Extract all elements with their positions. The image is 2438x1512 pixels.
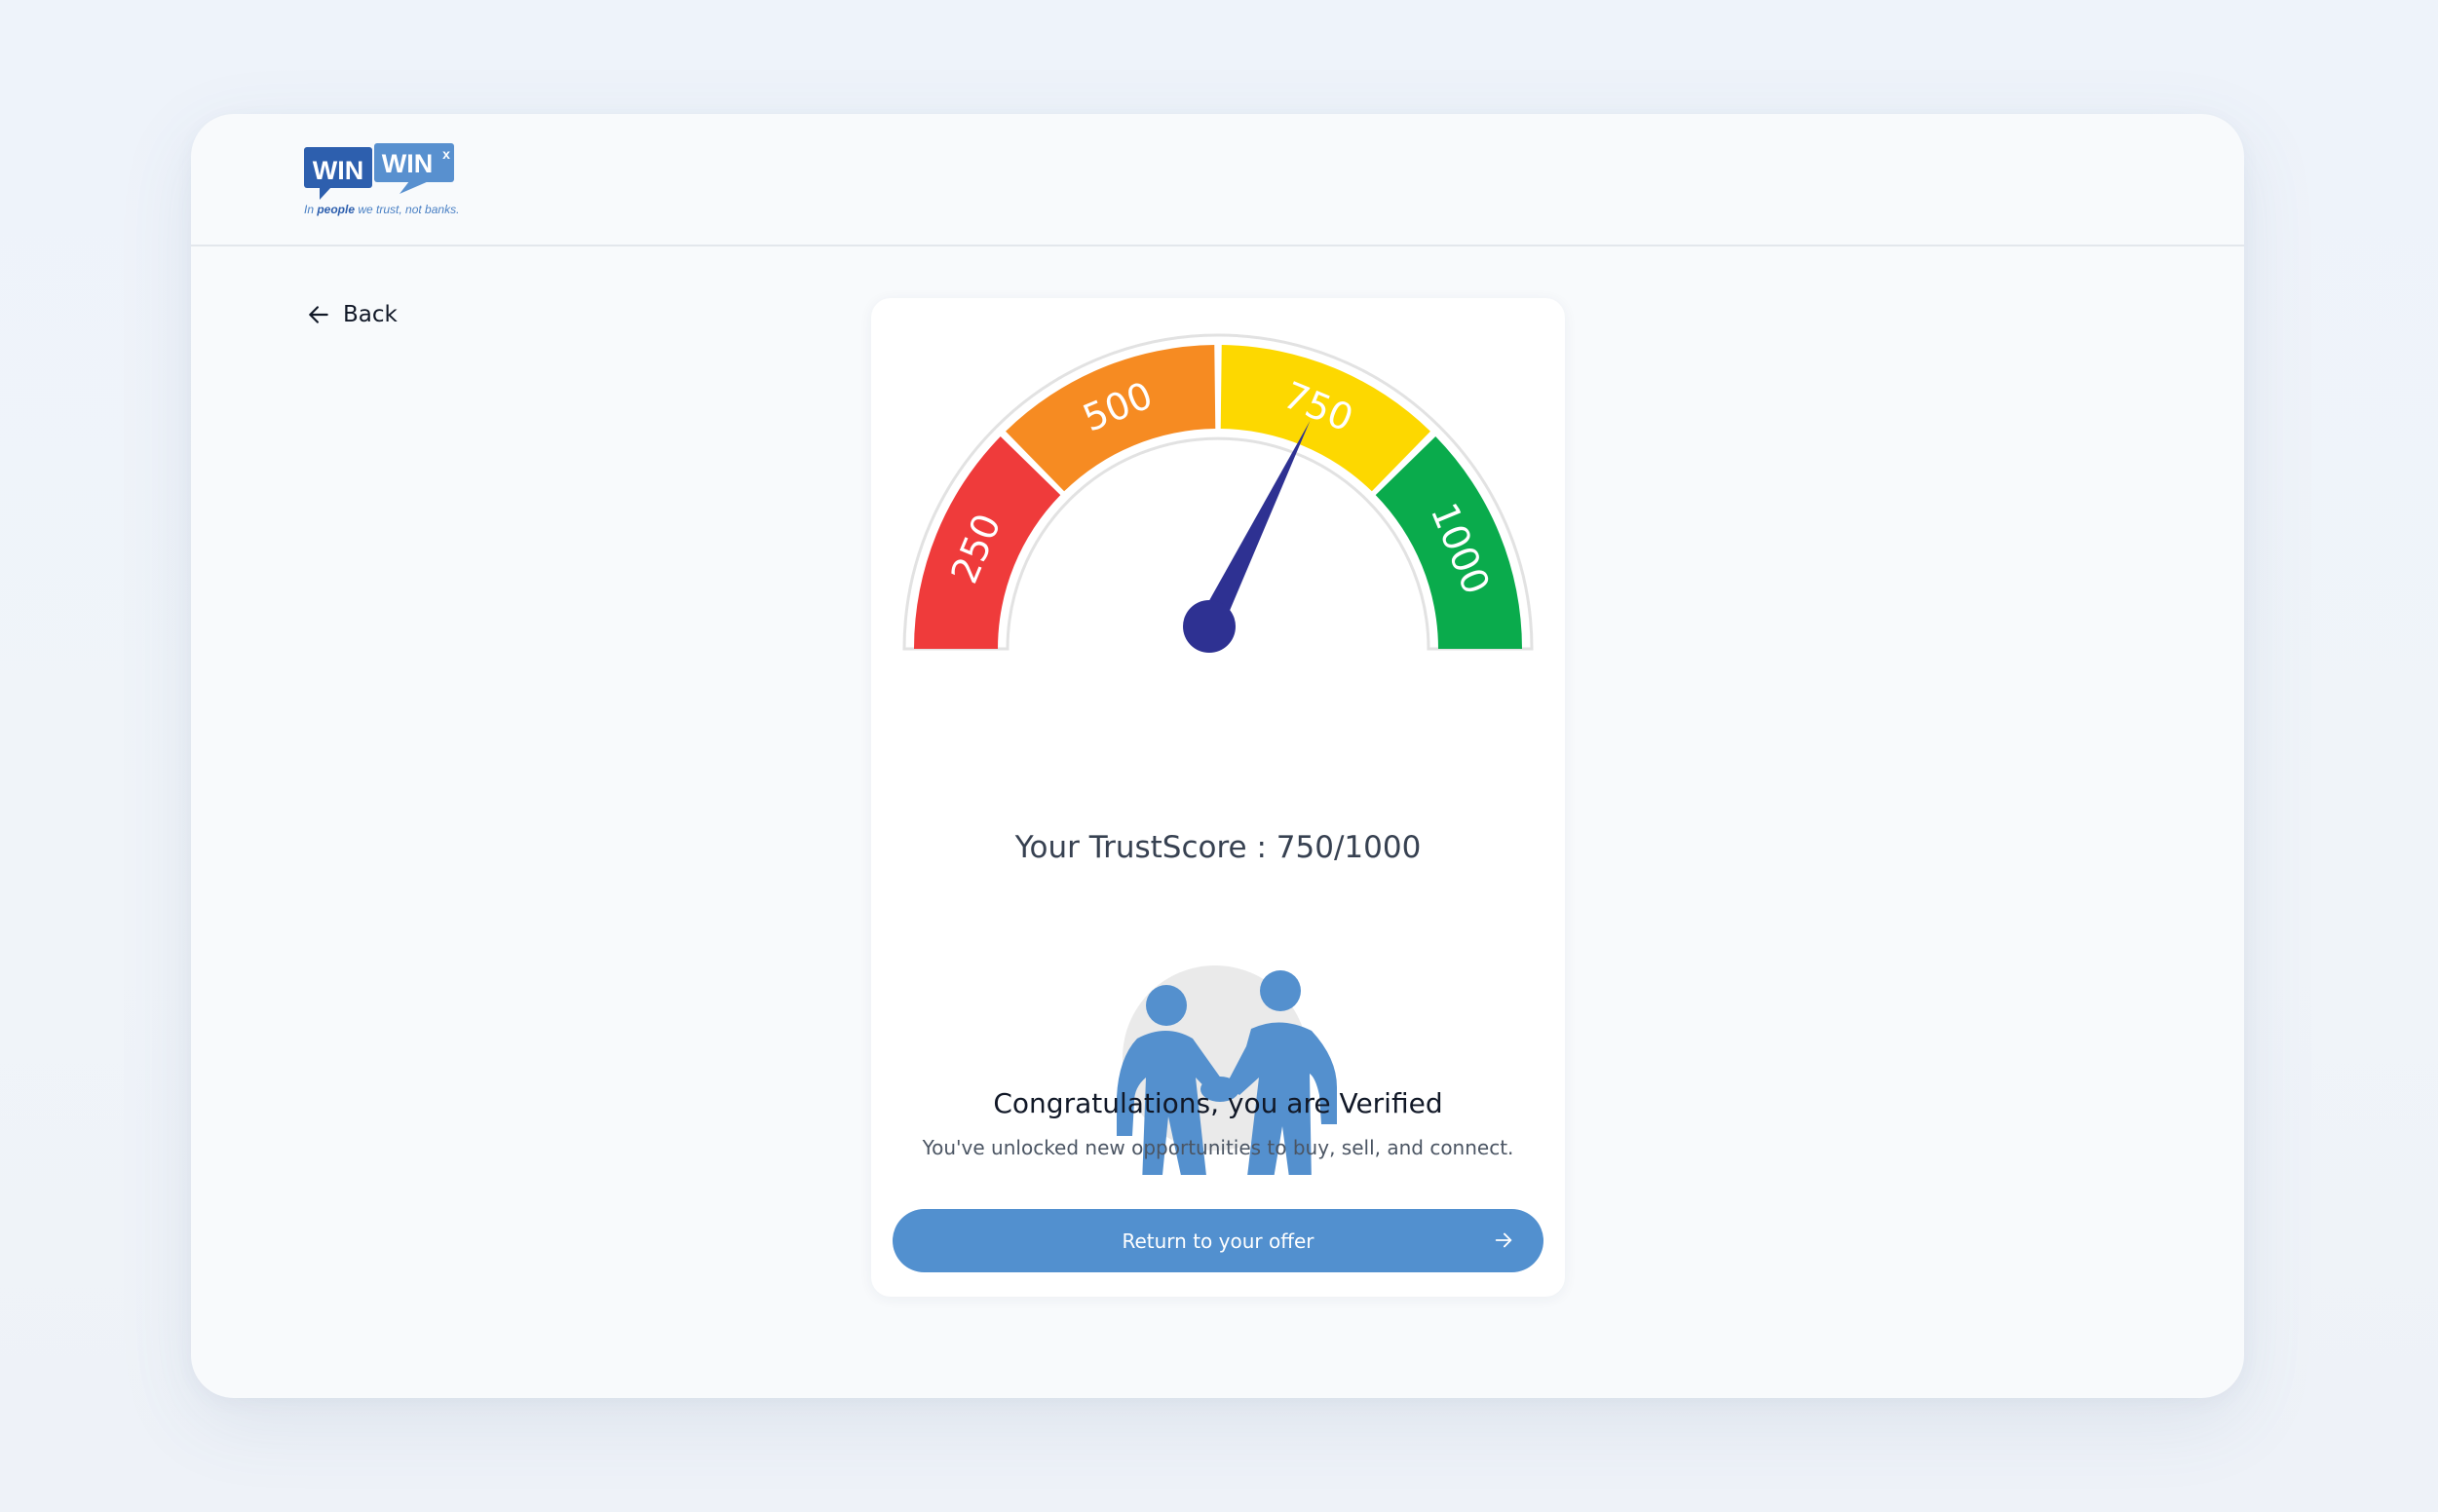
back-label: Back — [343, 302, 398, 327]
arrow-right-icon — [1495, 1232, 1512, 1248]
trustscore-text: Your TrustScore : 750/1000 — [871, 830, 1565, 865]
verified-subtitle: You've unlocked new opportunities to buy… — [922, 1136, 1514, 1159]
gauge-needle — [1198, 420, 1311, 632]
trustscore-value: 750/1000 — [1276, 830, 1422, 865]
verified-title: Congratulations, you are Verified — [993, 1087, 1443, 1119]
return-to-offer-button[interactable]: Return to your offer — [893, 1209, 1543, 1272]
trustscore-card: 250 500 750 1000 Your TrustScore : 750/1000… — [871, 298, 1565, 1297]
svg-text:WIN: WIN — [313, 156, 363, 185]
app-window: WIN WIN x In people we trust, not banks.… — [191, 114, 2244, 1398]
gauge-needle-hub — [1183, 600, 1236, 653]
trustscore-gauge: 250500 7501000 — [902, 333, 1534, 653]
back-button[interactable]: Back — [306, 295, 398, 334]
winwin-logo[interactable]: WIN WIN x In people we trust, not banks.… — [304, 143, 460, 221]
svg-text:x: x — [442, 146, 450, 162]
trustscore-prefix: Your TrustScore : — [1014, 830, 1276, 865]
return-to-offer-label: Return to your offer — [1122, 1228, 1314, 1253]
app-header: WIN WIN x In people we trust, not banks.… — [191, 114, 2244, 246]
svg-text:WIN: WIN — [382, 149, 433, 178]
arrow-left-icon — [309, 306, 328, 323]
svg-text:In people we trust, not banks.: In people we trust, not banks.™ — [304, 203, 460, 216]
